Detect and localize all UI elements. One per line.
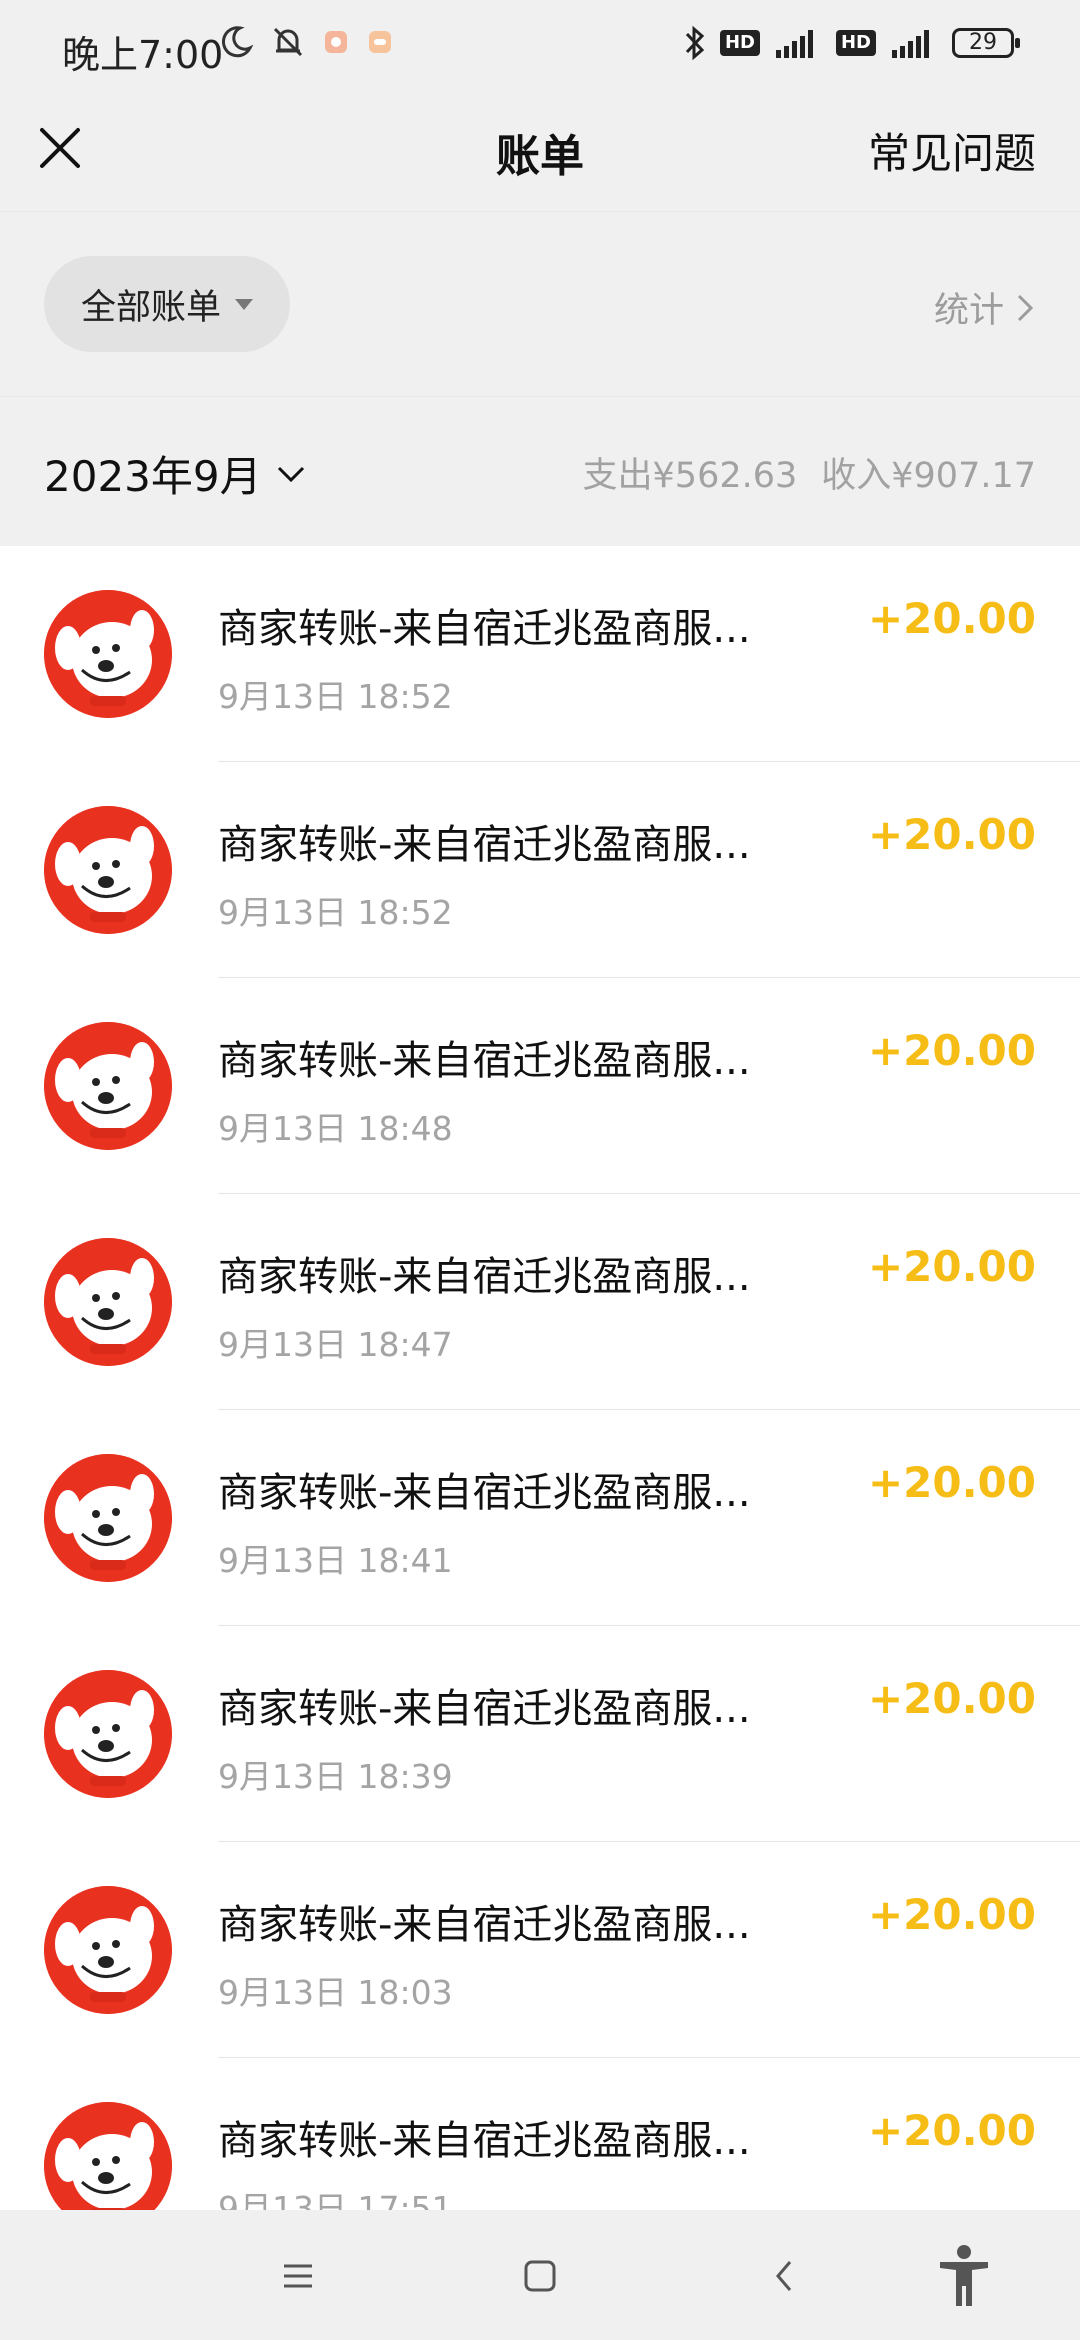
month-label: 2023年9月	[44, 452, 262, 501]
jd-mascot-icon	[44, 806, 172, 934]
transaction-time: 9月13日 18:52	[218, 677, 453, 716]
transaction-title: 商家转账-来自宿迁兆盈商服...	[218, 1902, 751, 1948]
accessibility-icon	[940, 2245, 988, 2306]
transaction-amount: +20.00	[867, 2106, 1036, 2155]
bluetooth-icon	[685, 25, 705, 61]
home-icon	[524, 2260, 556, 2292]
transaction-time: 9月13日 18:52	[218, 893, 453, 932]
transaction-title: 商家转账-来自宿迁兆盈商服...	[218, 822, 751, 868]
moon-icon	[221, 26, 254, 58]
hd-badge-2: HD	[835, 30, 876, 56]
battery-icon: 29	[952, 28, 1020, 58]
transaction-amount: +20.00	[867, 810, 1036, 859]
jd-mascot-icon	[44, 1022, 172, 1150]
status-time: 晚上7:00	[62, 33, 224, 77]
message-notification-icon	[369, 31, 391, 53]
transaction-item[interactable]: 商家转账-来自宿迁兆盈商服... 9月13日 17:51 +20.00	[0, 2058, 1080, 2210]
app-notification-icon	[325, 31, 347, 53]
nav-menu-button[interactable]	[266, 2246, 330, 2306]
transaction-time: 9月13日 18:47	[218, 1325, 453, 1364]
nav-home-button[interactable]	[508, 2246, 572, 2306]
transaction-item[interactable]: 商家转账-来自宿迁兆盈商服... 9月13日 18:41 +20.00	[0, 1410, 1080, 1626]
transaction-item[interactable]: 商家转账-来自宿迁兆盈商服... 9月13日 18:47 +20.00	[0, 1194, 1080, 1410]
transaction-title: 商家转账-来自宿迁兆盈商服...	[218, 606, 751, 652]
transaction-amount: +20.00	[867, 1890, 1036, 1939]
month-selector[interactable]: 2023年9月	[44, 443, 306, 504]
jd-mascot-icon	[44, 590, 172, 718]
transaction-amount: +20.00	[867, 1674, 1036, 1723]
status-right-icons: HD HD 29	[682, 24, 1020, 62]
transaction-amount: +20.00	[867, 1026, 1036, 1075]
system-nav-bar	[0, 2210, 1080, 2340]
chevron-down-icon	[277, 466, 304, 482]
transaction-time: 9月13日 18:03	[218, 1973, 453, 2012]
expense-summary: 支出¥562.63	[582, 456, 798, 496]
month-row: 2023年9月 支出¥562.63 收入¥907.17	[0, 396, 1080, 547]
menu-icon	[284, 2264, 312, 2288]
income-summary: 收入¥907.17	[821, 456, 1036, 496]
signal-icon-2	[892, 30, 929, 58]
signal-icon	[775, 30, 813, 58]
jd-mascot-icon	[44, 2102, 172, 2210]
status-bar: 晚上7:00 HD HD 29	[0, 0, 1080, 92]
header: 账单 常见问题	[0, 92, 1080, 210]
jd-mascot-icon	[44, 1454, 172, 1582]
nav-back-button[interactable]	[752, 2246, 816, 2306]
month-summary: 支出¥562.63 收入¥907.17	[583, 447, 1036, 498]
jd-mascot-icon	[44, 1886, 172, 2014]
stats-label: 统计	[933, 291, 1004, 331]
accessibility-button[interactable]	[932, 2245, 996, 2306]
back-icon	[776, 2261, 792, 2291]
faq-link[interactable]: 常见问题	[868, 120, 1036, 181]
bell-off-icon	[273, 27, 303, 57]
transaction-title: 商家转账-来自宿迁兆盈商服...	[218, 1038, 751, 1084]
transaction-title: 商家转账-来自宿迁兆盈商服...	[218, 1470, 751, 1516]
transaction-title: 商家转账-来自宿迁兆盈商服...	[218, 1254, 751, 1300]
chevron-right-icon	[1017, 294, 1034, 321]
transaction-item[interactable]: 商家转账-来自宿迁兆盈商服... 9月13日 18:03 +20.00	[0, 1842, 1080, 2058]
transaction-amount: +20.00	[867, 1242, 1036, 1291]
filter-chip-label: 全部账单	[80, 287, 221, 328]
bill-filter-dropdown[interactable]: 全部账单	[44, 256, 290, 352]
transaction-time: 9月13日 17:51	[218, 2189, 453, 2210]
transaction-list[interactable]: 商家转账-来自宿迁兆盈商服... 9月13日 18:52 +20.00 商家转账…	[0, 546, 1080, 2210]
hd-badge: HD	[719, 30, 760, 56]
filter-row: 全部账单 统计	[0, 211, 1080, 397]
jd-mascot-icon	[44, 1238, 172, 1366]
bill-screen: 晚上7:00 HD HD 29 账单 常见问题 全部账单 统计 2023年9月 …	[0, 0, 1080, 2340]
transaction-time: 9月13日 18:48	[218, 1109, 453, 1148]
transaction-title: 商家转账-来自宿迁兆盈商服...	[218, 1686, 751, 1732]
transaction-amount: +20.00	[867, 594, 1036, 643]
jd-mascot-icon	[44, 1670, 172, 1798]
stats-link[interactable]: 统计	[934, 282, 1034, 333]
transaction-title: 商家转账-来自宿迁兆盈商服...	[218, 2118, 751, 2164]
transaction-item[interactable]: 商家转账-来自宿迁兆盈商服... 9月13日 18:52 +20.00	[0, 546, 1080, 762]
transaction-item[interactable]: 商家转账-来自宿迁兆盈商服... 9月13日 18:52 +20.00	[0, 762, 1080, 978]
transaction-item[interactable]: 商家转账-来自宿迁兆盈商服... 9月13日 18:48 +20.00	[0, 978, 1080, 1194]
caret-down-icon	[235, 298, 253, 310]
transaction-item[interactable]: 商家转账-来自宿迁兆盈商服... 9月13日 18:39 +20.00	[0, 1626, 1080, 1842]
status-left-icons	[218, 24, 394, 60]
transaction-amount: +20.00	[867, 1458, 1036, 1507]
transaction-time: 9月13日 18:41	[218, 1541, 453, 1580]
transaction-time: 9月13日 18:39	[218, 1757, 453, 1796]
